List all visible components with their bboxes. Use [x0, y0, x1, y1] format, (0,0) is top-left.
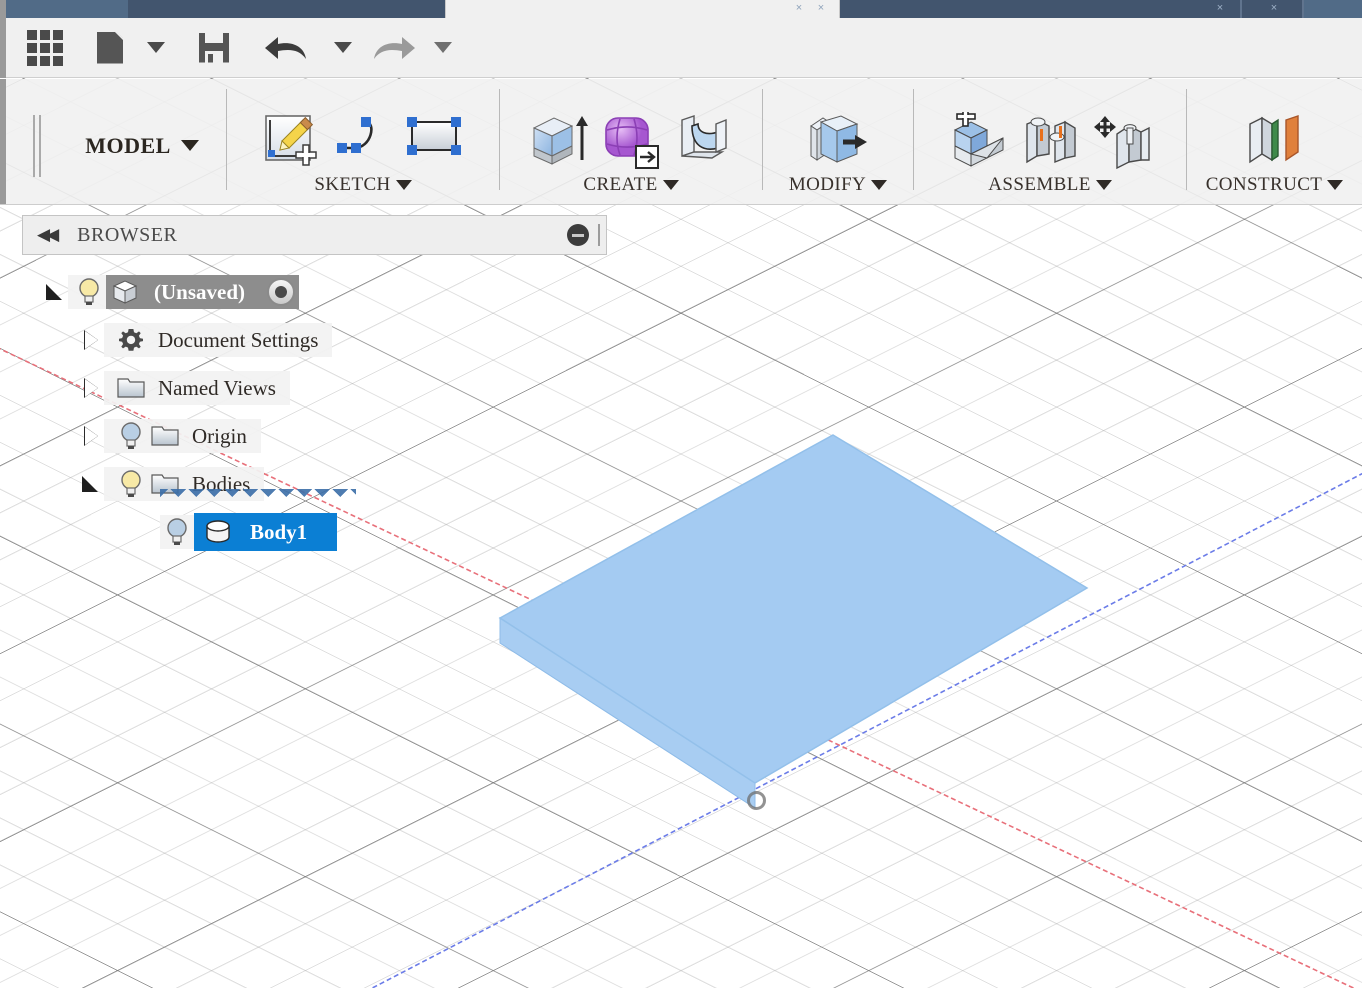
document-tab-active[interactable]: × × — [445, 0, 840, 18]
folder-icon — [114, 371, 148, 405]
visibility-bulb-icon[interactable] — [72, 275, 106, 309]
construct-panel: CONSTRUCT — [1187, 79, 1362, 204]
save-icon — [199, 32, 229, 63]
ribbon-grip-handle[interactable] — [33, 87, 42, 204]
document-tab-bar: × × × × — [0, 0, 1362, 18]
extrude-tool[interactable] — [528, 112, 590, 174]
document-selected-chip[interactable]: (Unsaved) — [106, 275, 300, 309]
undo-arrow-icon — [264, 33, 310, 63]
browser-title: BROWSER — [77, 223, 178, 246]
app-grid-button[interactable] — [6, 18, 84, 78]
create-form-tool[interactable] — [600, 112, 662, 174]
tree-item-document-settings[interactable]: Document Settings — [0, 316, 620, 364]
tree-item-label: Document Settings — [158, 327, 319, 352]
new-document-dropdown[interactable] — [136, 18, 176, 78]
redo-dropdown[interactable] — [422, 18, 464, 78]
sketch-panel: SKETCH — [227, 79, 499, 204]
assemble-panel: ASSEMBLE — [914, 79, 1186, 204]
undo-dropdown[interactable] — [322, 18, 364, 78]
grid-9-icon — [27, 29, 63, 66]
redo-button[interactable] — [364, 18, 422, 78]
tree-item-label: Origin — [192, 423, 247, 448]
body1-selected-chip[interactable]: Body1 — [194, 513, 338, 551]
document-tab-1[interactable] — [128, 0, 445, 18]
offset-plane-tool[interactable] — [1244, 112, 1306, 174]
workspace-selector[interactable]: MODEL — [85, 133, 199, 159]
activate-component-radio[interactable] — [267, 278, 296, 306]
workspace-label: MODEL — [85, 132, 171, 158]
new-document-button[interactable] — [84, 18, 136, 78]
chevron-down-icon — [395, 180, 412, 190]
modify-panel-label[interactable]: MODIFY — [763, 174, 913, 204]
sketch-panel-label[interactable]: SKETCH — [227, 174, 499, 204]
redo-arrow-icon — [370, 33, 416, 63]
joint-tool[interactable] — [1019, 112, 1081, 174]
press-pull-tool[interactable] — [807, 112, 869, 174]
twisty-collapsed-icon[interactable] — [78, 327, 104, 353]
gear-icon — [114, 323, 148, 357]
tree-item-label: Named Views — [158, 375, 276, 400]
chevron-down-icon — [434, 42, 452, 53]
create-panel: CREATE — [500, 79, 762, 204]
tree-item-bodies[interactable]: Bodies — [0, 460, 620, 508]
body-cylinder-icon — [200, 519, 236, 545]
tree-item-label: Body1 — [250, 519, 308, 544]
tree-item-label: (Unsaved) — [154, 279, 246, 304]
spline-tool[interactable] — [332, 112, 394, 174]
document-tab-3[interactable]: × — [1242, 0, 1304, 18]
browser-tree: (Unsaved) Document Settings Named Views … — [0, 268, 620, 556]
component-cube-icon — [106, 279, 144, 305]
twisty-expanded-icon[interactable] — [42, 279, 68, 305]
assemble-panel-label[interactable]: ASSEMBLE — [914, 174, 1186, 204]
chevron-down-icon — [180, 140, 199, 151]
close-icon[interactable]: × — [815, 2, 827, 14]
close-icon[interactable]: × — [793, 2, 805, 14]
visibility-bulb-icon[interactable] — [114, 467, 148, 501]
twisty-collapsed-icon[interactable] — [78, 375, 104, 401]
chevron-down-icon — [871, 180, 888, 190]
save-button[interactable] — [176, 18, 252, 78]
minimize-icon[interactable] — [567, 224, 589, 246]
twisty-expanded-icon[interactable] — [78, 471, 104, 497]
home-tab[interactable] — [6, 0, 128, 18]
create-panel-label[interactable]: CREATE — [500, 174, 762, 204]
tree-item-body1[interactable]: Body1 — [0, 508, 620, 556]
add-tab-button[interactable] — [1304, 0, 1362, 18]
new-component-tool[interactable] — [947, 107, 1009, 174]
close-icon[interactable]: × — [1268, 2, 1280, 14]
chevron-down-icon — [334, 42, 352, 53]
sweep-tool[interactable] — [672, 112, 734, 174]
modify-panel: MODIFY — [763, 79, 913, 204]
collapse-left-icon[interactable]: ◀◀ — [37, 225, 59, 245]
undo-button[interactable] — [252, 18, 322, 78]
twisty-collapsed-icon[interactable] — [78, 423, 104, 449]
tree-item-document[interactable]: (Unsaved) — [0, 268, 620, 316]
construct-panel-label[interactable]: CONSTRUCT — [1187, 174, 1362, 204]
create-sketch-tool[interactable] — [260, 112, 322, 174]
origin-point-marker — [747, 791, 766, 810]
rectangle-tool[interactable] — [404, 112, 466, 174]
ribbon-toolbar: MODEL SKETCH CREATE MODIFY ASSEMBLE CONS… — [0, 79, 1362, 205]
close-icon[interactable]: × — [1214, 2, 1226, 14]
chevron-down-icon — [147, 42, 165, 53]
drop-target-indicator — [160, 489, 356, 503]
document-icon — [97, 31, 123, 64]
chevron-down-icon — [1327, 180, 1344, 190]
tree-item-origin[interactable]: Origin — [0, 412, 620, 460]
workspace-panel: MODEL — [6, 79, 226, 204]
quick-access-toolbar — [0, 17, 1362, 78]
browser-panel-header: ◀◀ BROWSER — [22, 215, 607, 255]
panel-grip-handle[interactable] — [598, 224, 600, 246]
chevron-down-icon — [662, 180, 679, 190]
as-built-joint-tool[interactable] — [1091, 112, 1153, 174]
visibility-bulb-icon[interactable] — [114, 419, 148, 453]
folder-icon — [148, 419, 182, 453]
tree-item-named-views[interactable]: Named Views — [0, 364, 620, 412]
document-tab-2[interactable]: × — [840, 0, 1240, 18]
chevron-down-icon — [1095, 180, 1112, 190]
visibility-bulb-icon[interactable] — [160, 515, 194, 549]
